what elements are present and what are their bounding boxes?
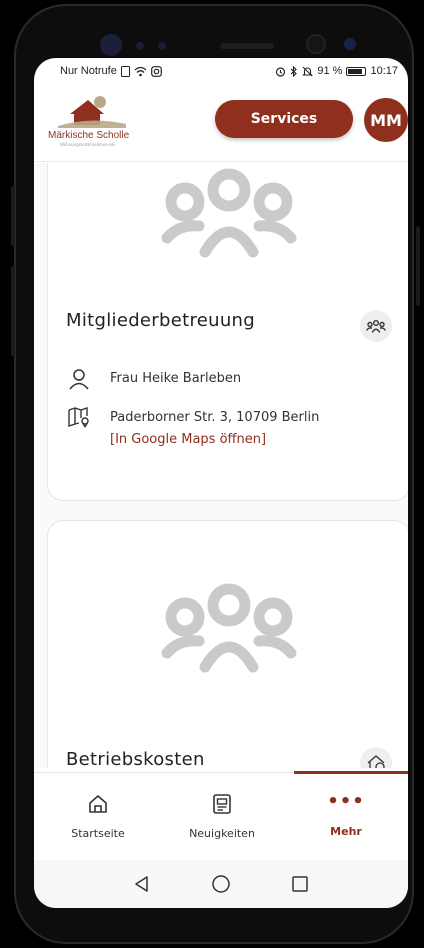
- more-dots-icon: •••: [327, 791, 365, 812]
- nav-item-mehr[interactable]: ••• Mehr: [284, 773, 408, 861]
- sensor-dot: [158, 42, 166, 50]
- home-circle-icon[interactable]: [211, 874, 231, 894]
- category-badge: [360, 747, 392, 768]
- nav-label: Mehr: [330, 825, 362, 838]
- carrier-text: Nur Notrufe: [60, 65, 117, 77]
- group-icon: [161, 583, 296, 673]
- earpiece-speaker: [220, 43, 274, 49]
- address-row: Paderborner Str. 3, 10709 Berlin [In Goo…: [66, 406, 319, 451]
- contact-card: Mitgliederbetreuung Frau Heike Barleben: [47, 163, 408, 501]
- app-screen: Nur Notrufe 91 % 10:17 Märkische Scholle…: [34, 58, 408, 908]
- card-image: [48, 168, 408, 258]
- alarm-icon: [276, 66, 286, 77]
- house-cost-icon: [367, 755, 385, 768]
- iris-scanner: [306, 34, 326, 54]
- person-icon: [66, 368, 92, 390]
- services-button[interactable]: Services: [215, 100, 353, 138]
- power-button: [416, 226, 420, 306]
- mute-icon: [302, 66, 314, 76]
- sensor-dot: [136, 42, 144, 50]
- volume-button: [11, 266, 15, 356]
- instagram-icon: [150, 65, 162, 77]
- app-header: Märkische Scholle Wohnungsunternehmen eG…: [34, 84, 408, 162]
- address-block: Paderborner Str. 3, 10709 Berlin [In Goo…: [110, 406, 319, 451]
- house-logo-icon: [58, 96, 126, 128]
- card-image: [48, 583, 408, 673]
- newspaper-icon: [213, 794, 231, 814]
- wifi-icon: [134, 66, 147, 76]
- recents-icon[interactable]: [291, 875, 309, 893]
- time-text: 10:17: [370, 65, 398, 77]
- bluetooth-icon: [291, 65, 298, 77]
- contact-person-row: Frau Heike Barleben: [66, 368, 241, 390]
- group-icon: [161, 168, 296, 258]
- nav-label: Neuigkeiten: [189, 827, 255, 840]
- company-logo[interactable]: Märkische Scholle Wohnungsunternehmen eG: [48, 94, 132, 148]
- volume-button: [11, 186, 15, 246]
- home-icon: [89, 795, 107, 813]
- contact-card: Betriebskosten: [47, 520, 408, 768]
- category-badge: [360, 310, 392, 342]
- system-navigation-bar: [34, 860, 408, 908]
- back-icon[interactable]: [133, 875, 151, 893]
- sim-icon: [120, 65, 130, 77]
- card-title: Betriebskosten: [66, 749, 205, 768]
- contact-person: Frau Heike Barleben: [110, 371, 242, 386]
- card-title: Mitgliederbetreuung: [66, 310, 255, 331]
- user-avatar[interactable]: MM: [364, 98, 408, 142]
- sensor-dot: [344, 38, 356, 50]
- address-text: Paderborner Str. 3, 10709 Berlin: [110, 410, 320, 425]
- logo-subtitle: Wohnungsunternehmen eG: [60, 142, 115, 147]
- battery-text: 91 %: [317, 65, 343, 77]
- battery-icon: [346, 66, 367, 76]
- google-maps-link[interactable]: [In Google Maps öffnen]: [110, 429, 319, 451]
- group-icon: [366, 320, 386, 333]
- front-camera: [100, 34, 122, 56]
- logo-wordmark: Märkische Scholle: [48, 130, 130, 141]
- nav-item-neuigkeiten[interactable]: Neuigkeiten: [160, 773, 284, 861]
- nav-label: Startseite: [71, 827, 125, 840]
- map-pin-icon: [66, 406, 92, 428]
- status-bar: Nur Notrufe 91 % 10:17: [34, 58, 408, 84]
- bottom-navigation: Startseite Neuigkeiten ••• Mehr: [34, 771, 408, 861]
- content-scroll-area[interactable]: Mitgliederbetreuung Frau Heike Barleben: [34, 163, 408, 768]
- nav-item-startseite[interactable]: Startseite: [36, 773, 160, 861]
